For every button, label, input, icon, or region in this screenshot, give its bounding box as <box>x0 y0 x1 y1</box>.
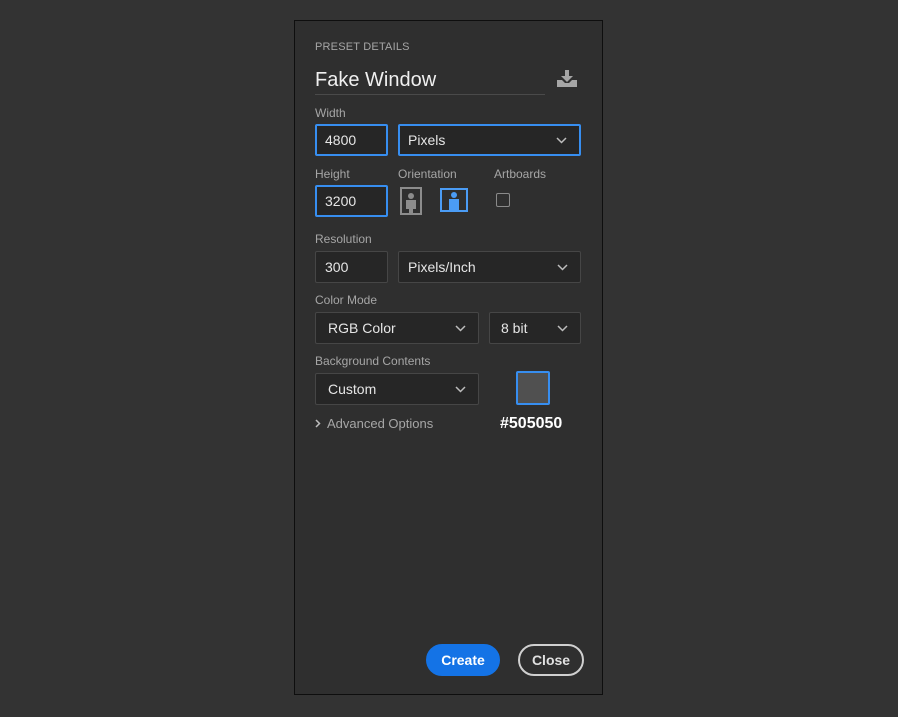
bit-depth-value: 8 bit <box>501 320 528 336</box>
create-button[interactable]: Create <box>426 644 500 676</box>
resolution-input[interactable]: 300 <box>315 251 388 283</box>
close-button[interactable]: Close <box>518 644 584 676</box>
bit-depth-dropdown[interactable]: 8 bit <box>489 312 581 344</box>
new-document-panel: PRESET DETAILS Fake Window Width 4800 Pi… <box>294 20 603 695</box>
height-input[interactable]: 3200 <box>315 185 388 217</box>
height-label: Height <box>315 167 350 181</box>
portrait-icon <box>400 187 422 215</box>
chevron-right-icon <box>315 419 321 428</box>
resolution-label: Resolution <box>315 232 372 246</box>
resolution-unit-value: Pixels/Inch <box>408 259 476 275</box>
background-color-swatch[interactable] <box>516 371 550 405</box>
portrait-orientation-button[interactable] <box>400 187 422 215</box>
chevron-down-icon <box>557 325 568 332</box>
width-unit-dropdown[interactable]: Pixels <box>398 124 581 156</box>
advanced-options-label: Advanced Options <box>327 416 434 431</box>
save-preset-icon[interactable] <box>556 70 578 88</box>
background-contents-dropdown[interactable]: Custom <box>315 373 479 405</box>
chevron-down-icon <box>556 137 567 144</box>
swatch-hex-label: #505050 <box>500 415 563 432</box>
width-input[interactable]: 4800 <box>315 124 388 156</box>
background-contents-value: Custom <box>328 381 377 397</box>
resolution-unit-dropdown[interactable]: Pixels/Inch <box>398 251 581 283</box>
chevron-down-icon <box>455 386 466 393</box>
preset-details-header: PRESET DETAILS <box>315 41 410 53</box>
chevron-down-icon <box>557 264 568 271</box>
advanced-options-toggle[interactable]: Advanced Options <box>315 416 433 431</box>
artboards-label: Artboards <box>494 167 547 181</box>
width-label: Width <box>315 106 346 120</box>
preset-name-input[interactable]: Fake Window <box>315 68 545 95</box>
landscape-icon <box>440 188 468 212</box>
background-contents-label: Background Contents <box>315 354 431 368</box>
artboards-checkbox[interactable] <box>496 193 510 207</box>
color-mode-value: RGB Color <box>328 320 396 336</box>
color-mode-dropdown[interactable]: RGB Color <box>315 312 479 344</box>
chevron-down-icon <box>455 325 466 332</box>
width-unit-value: Pixels <box>408 132 446 148</box>
landscape-orientation-button[interactable] <box>440 188 468 212</box>
orientation-label: Orientation <box>398 167 457 181</box>
color-mode-label: Color Mode <box>315 293 378 307</box>
